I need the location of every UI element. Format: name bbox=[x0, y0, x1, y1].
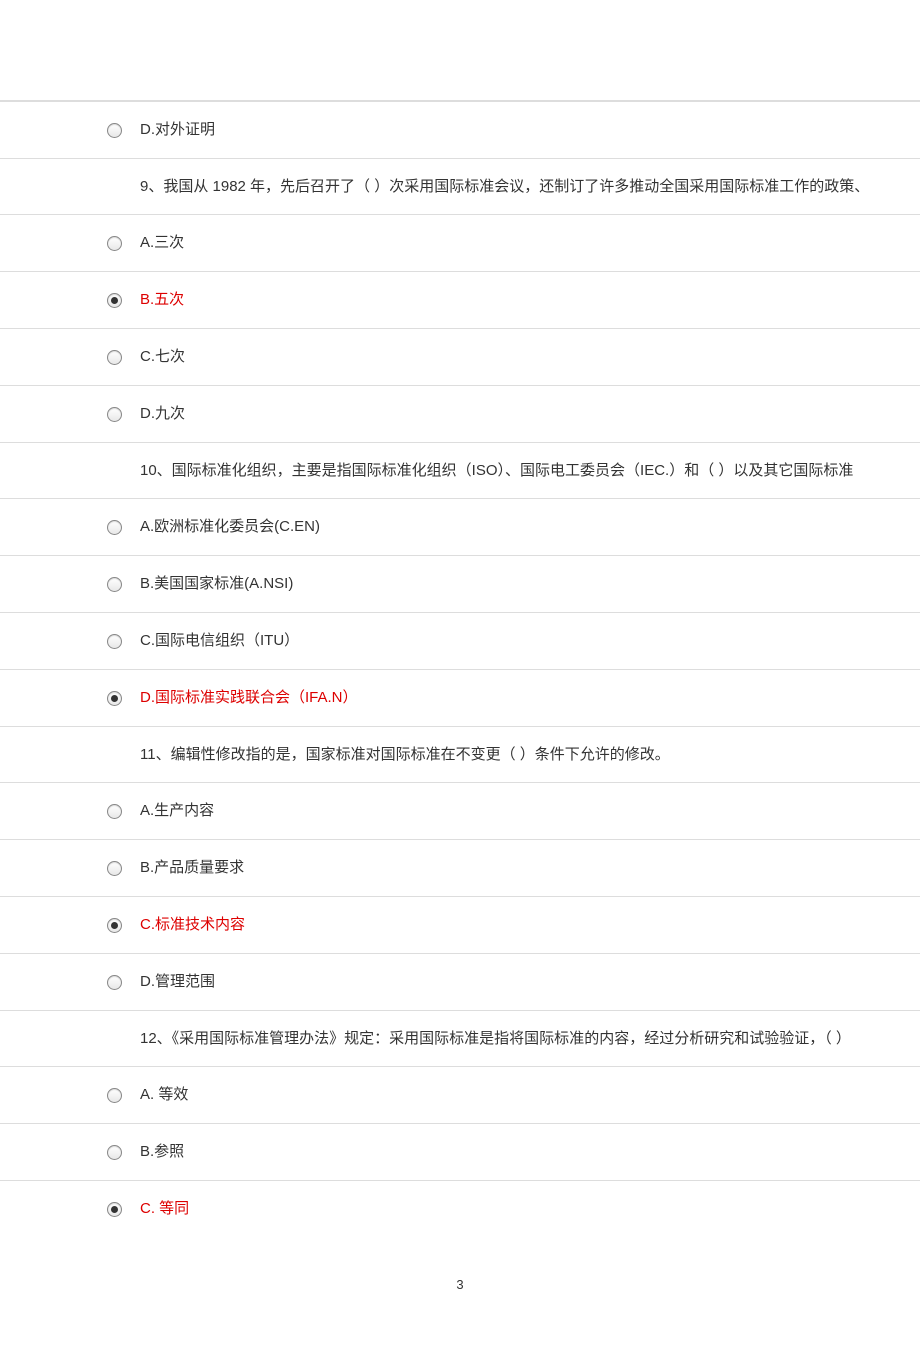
radio-cell bbox=[0, 1145, 140, 1160]
option-label: A.生产内容 bbox=[140, 791, 920, 831]
radio-button[interactable] bbox=[107, 123, 122, 138]
question-block: 9、我国从 1982 年，先后召开了（ ）次采用国际标准会议，还制订了许多推动全… bbox=[0, 158, 920, 442]
radio-cell bbox=[0, 975, 140, 990]
question-text: 12、《采用国际标准管理办法》规定：采用国际标准是指将国际标准的内容，经过分析研… bbox=[0, 1011, 920, 1066]
radio-cell bbox=[0, 918, 140, 933]
radio-button[interactable] bbox=[107, 804, 122, 819]
option-label: B.产品质量要求 bbox=[140, 848, 920, 888]
option-row: B.五次 bbox=[0, 271, 920, 328]
option-row: C.标准技术内容 bbox=[0, 896, 920, 953]
radio-button[interactable] bbox=[107, 861, 122, 876]
radio-cell bbox=[0, 407, 140, 422]
option-row: A. 等效 bbox=[0, 1066, 920, 1123]
radio-cell bbox=[0, 1088, 140, 1103]
radio-cell bbox=[0, 123, 140, 138]
option-row: A.三次 bbox=[0, 214, 920, 271]
question-block: D.对外证明 bbox=[0, 101, 920, 158]
option-label: C.七次 bbox=[140, 337, 920, 377]
option-row: D.管理范围 bbox=[0, 953, 920, 1010]
radio-cell bbox=[0, 1202, 140, 1217]
page-number: 3 bbox=[0, 1277, 920, 1292]
page-container: D.对外证明 9、我国从 1982 年，先后召开了（ ）次采用国际标准会议，还制订… bbox=[0, 0, 920, 1352]
option-label: A.欧洲标准化委员会(C.EN) bbox=[140, 507, 920, 547]
question-text: 9、我国从 1982 年，先后召开了（ ）次采用国际标准会议，还制订了许多推动全… bbox=[0, 159, 920, 214]
option-row: C.七次 bbox=[0, 328, 920, 385]
option-label: A. 等效 bbox=[140, 1075, 920, 1115]
question-text: 11、编辑性修改指的是，国家标准对国际标准在不变更（ ）条件下允许的修改。 bbox=[0, 727, 920, 782]
question-block: 10、国际标准化组织，主要是指国际标准化组织（ISO）、国际电工委员会（IEC.… bbox=[0, 442, 920, 726]
radio-cell bbox=[0, 293, 140, 308]
radio-cell bbox=[0, 520, 140, 535]
radio-cell bbox=[0, 236, 140, 251]
radio-cell bbox=[0, 861, 140, 876]
radio-cell bbox=[0, 577, 140, 592]
option-label: A.三次 bbox=[140, 223, 920, 263]
option-label: D.九次 bbox=[140, 394, 920, 434]
radio-button[interactable] bbox=[107, 350, 122, 365]
radio-cell bbox=[0, 634, 140, 649]
radio-button[interactable] bbox=[107, 691, 122, 706]
radio-button[interactable] bbox=[107, 407, 122, 422]
option-row: A.欧洲标准化委员会(C.EN) bbox=[0, 498, 920, 555]
radio-cell bbox=[0, 691, 140, 706]
radio-button[interactable] bbox=[107, 1145, 122, 1160]
question-block: 12、《采用国际标准管理办法》规定：采用国际标准是指将国际标准的内容，经过分析研… bbox=[0, 1010, 920, 1237]
option-label: D.管理范围 bbox=[140, 962, 920, 1002]
question-text: 10、国际标准化组织，主要是指国际标准化组织（ISO）、国际电工委员会（IEC.… bbox=[0, 443, 920, 498]
radio-button[interactable] bbox=[107, 634, 122, 649]
radio-button[interactable] bbox=[107, 1202, 122, 1217]
radio-cell bbox=[0, 350, 140, 365]
radio-button[interactable] bbox=[107, 1088, 122, 1103]
option-label: B.五次 bbox=[140, 280, 920, 320]
option-row: B.产品质量要求 bbox=[0, 839, 920, 896]
option-row: A.生产内容 bbox=[0, 782, 920, 839]
option-label: C.标准技术内容 bbox=[140, 905, 920, 945]
option-row: B.参照 bbox=[0, 1123, 920, 1180]
option-label: C. 等同 bbox=[140, 1189, 920, 1229]
top-spacer bbox=[0, 0, 920, 101]
option-label: B.参照 bbox=[140, 1132, 920, 1172]
radio-button[interactable] bbox=[107, 520, 122, 535]
option-row: B.美国国家标准(A.NSI) bbox=[0, 555, 920, 612]
option-label: B.美国国家标准(A.NSI) bbox=[140, 564, 920, 604]
option-row: D.九次 bbox=[0, 385, 920, 442]
option-row: C. 等同 bbox=[0, 1180, 920, 1237]
option-label: D.对外证明 bbox=[140, 110, 920, 150]
radio-button[interactable] bbox=[107, 293, 122, 308]
radio-button[interactable] bbox=[107, 918, 122, 933]
option-row: D.对外证明 bbox=[0, 101, 920, 158]
radio-button[interactable] bbox=[107, 236, 122, 251]
radio-button[interactable] bbox=[107, 577, 122, 592]
radio-button[interactable] bbox=[107, 975, 122, 990]
option-row: D.国际标准实践联合会（IFA.N） bbox=[0, 669, 920, 726]
option-row: C.国际电信组织（ITU） bbox=[0, 612, 920, 669]
radio-cell bbox=[0, 804, 140, 819]
option-label: D.国际标准实践联合会（IFA.N） bbox=[140, 678, 920, 718]
questions-list: D.对外证明 9、我国从 1982 年，先后召开了（ ）次采用国际标准会议，还制订… bbox=[0, 101, 920, 1237]
question-block: 11、编辑性修改指的是，国家标准对国际标准在不变更（ ）条件下允许的修改。 A.生… bbox=[0, 726, 920, 1010]
option-label: C.国际电信组织（ITU） bbox=[140, 621, 920, 661]
